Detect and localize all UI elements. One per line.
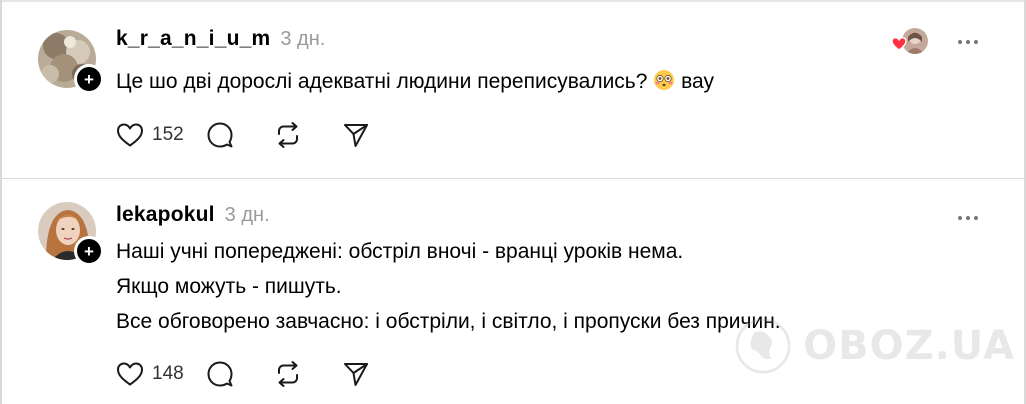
reply-button[interactable] (206, 360, 274, 388)
post-text-line: Наші учні попереджені: обстріл вночі - в… (116, 240, 684, 263)
avatar[interactable]: + (38, 202, 104, 266)
repost-icon (278, 361, 298, 387)
share-button[interactable] (342, 360, 370, 388)
reply-button[interactable] (206, 121, 274, 149)
post-header: k_r_a_n_i_u_m 3 дн. (116, 27, 325, 51)
post-text-line: Якщо можуть - пишуть. (116, 275, 342, 298)
oboz-watermark: OBOZ.UA (735, 300, 1015, 392)
like-button[interactable]: 152 (116, 122, 206, 148)
flushed-face-emoji-icon (654, 70, 675, 90)
post-header: lekapokul 3 дн. (116, 203, 270, 227)
post-text-line: Все обговорено завчасно: і обстріли, і с… (116, 310, 781, 333)
heart-icon (117, 362, 143, 386)
like-count: 148 (152, 363, 184, 384)
repost-button[interactable] (274, 121, 342, 149)
repost-button[interactable] (274, 360, 342, 388)
repost-icon (278, 122, 298, 148)
send-icon (344, 124, 368, 147)
post-text: Це шо дві дорослі адекватні людини переп… (116, 64, 714, 99)
action-bar: 152 (116, 118, 370, 152)
post-text-line: Це шо дві дорослі адекватні людини переп… (116, 70, 648, 93)
follow-plus-button[interactable]: + (74, 64, 104, 94)
username[interactable]: lekapokul (116, 203, 215, 227)
post-text-line: вау (681, 70, 714, 93)
watermark-text: OBOZ.UA (803, 323, 1015, 369)
timestamp: 3 дн. (224, 204, 270, 226)
comment-bubble-icon (207, 361, 233, 387)
share-button[interactable] (342, 121, 370, 149)
timestamp: 3 дн. (280, 28, 326, 50)
username[interactable]: k_r_a_n_i_u_m (116, 27, 270, 51)
like-count: 152 (152, 124, 184, 145)
oboz-globe-icon (735, 318, 791, 374)
avatar[interactable]: + (38, 30, 104, 94)
action-bar: 148 (116, 357, 370, 391)
reply-post: + k_r_a_n_i_u_m 3 дн. Це шо дві дорослі … (0, 0, 1026, 178)
more-options-button[interactable] (958, 37, 982, 47)
like-button[interactable]: 148 (116, 361, 206, 387)
author-liked-indicator (890, 27, 930, 57)
heart-liked-icon (891, 36, 907, 51)
comment-bubble-icon (207, 122, 233, 148)
more-options-button[interactable] (958, 213, 982, 223)
post-text: Наші учні попереджені: обстріл вночі - в… (116, 234, 781, 339)
send-icon (344, 363, 368, 386)
heart-icon (117, 123, 143, 147)
follow-plus-button[interactable]: + (74, 236, 104, 266)
